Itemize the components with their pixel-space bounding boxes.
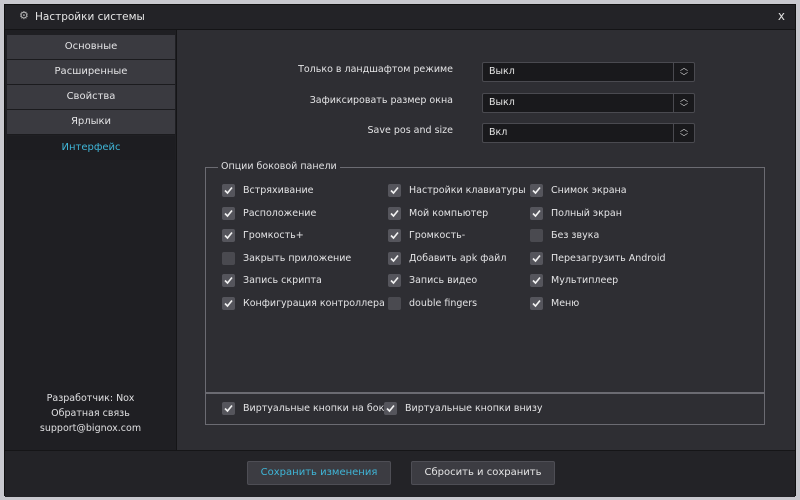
sidebar: Основные Расширенные Свойства Ярлыки Инт… (5, 30, 177, 450)
gear-icon: ⚙ (19, 9, 29, 22)
checkbox-unchecked-icon[interactable] (530, 229, 543, 242)
chevron-updown-icon: ︿ ﹀ (673, 124, 694, 142)
checkbox-label: Конфигурация контроллера (243, 297, 385, 309)
checkbox-checked-icon[interactable] (530, 274, 543, 287)
footer-bar: Сохранить изменения Сбросить и сохранить (5, 450, 795, 497)
save-button[interactable]: Сохранить изменения (247, 461, 391, 485)
title-bar: ⚙ Настройки системы x (5, 5, 795, 30)
sidebar-item-properties[interactable]: Свойства (7, 85, 175, 110)
checkbox-label: Добавить apk файл (409, 252, 507, 264)
checkbox-checked-icon[interactable] (222, 229, 235, 242)
setting-label-save-pos: Save pos and size (367, 125, 453, 136)
checkbox-label: Встряхивание (243, 185, 314, 196)
checkbox-label: Запись скрипта (243, 275, 322, 286)
checkbox-checked-icon[interactable] (384, 402, 397, 415)
checkbox-checked-icon[interactable] (388, 274, 401, 287)
sidebar-item-interface[interactable]: Интерфейс (7, 136, 175, 160)
checkbox-label: Полный экран (551, 207, 622, 219)
checkbox-label: Без звука (551, 230, 600, 241)
chevron-updown-icon: ︿ ﹀ (673, 94, 694, 112)
save-pos-select[interactable]: Вкл ︿ ﹀ (482, 123, 695, 143)
checkbox-checked-icon[interactable] (530, 184, 543, 197)
checkbox-checked-icon[interactable] (222, 402, 235, 415)
checkbox-checked-icon[interactable] (222, 274, 235, 287)
checkbox-label: Меню (551, 297, 580, 309)
checkbox-label: Виртуальные кнопки внизу (405, 403, 543, 414)
side-panel-options-group: Опции боковой панели Встряхивание Располо… (205, 161, 765, 393)
checkbox-unchecked-icon[interactable] (222, 251, 235, 265)
fix-size-select[interactable]: Выкл ︿ ﹀ (482, 93, 695, 113)
checkbox-label: Громкость+ (243, 230, 304, 241)
checkbox-checked-icon[interactable] (222, 206, 235, 220)
landscape-select-value: Выкл (489, 66, 515, 77)
setting-label-landscape: Только в ландшафтом режиме (298, 64, 453, 75)
checkbox-label: Запись видео (409, 275, 478, 286)
save-pos-select-value: Вкл (489, 127, 508, 138)
checkbox-label: Виртуальные кнопки на боку (243, 403, 390, 414)
setting-label-fix-size: Зафиксировать размер окна (309, 95, 453, 106)
checkbox-label: Мой компьютер (409, 207, 489, 219)
checkbox-checked-icon[interactable] (530, 206, 543, 220)
virtual-buttons-group: Виртуальные кнопки на боку Виртуальные кн… (205, 393, 765, 425)
settings-window: ⚙ Настройки системы x Основные Расширенн… (4, 4, 796, 497)
checkbox-label: Снимок экрана (551, 185, 627, 196)
sidebar-footer: Разработчик: Nox Обратная связь support@… (5, 391, 176, 436)
close-icon[interactable]: x (778, 9, 785, 23)
checkbox-label: double fingers (409, 297, 478, 309)
checkbox-label: Перезагрузить Android (551, 252, 666, 264)
checkbox-checked-icon[interactable] (530, 296, 543, 310)
checkbox-checked-icon[interactable] (222, 184, 235, 197)
checkbox-label: Мультиплеер (551, 275, 619, 286)
checkbox-checked-icon[interactable] (388, 206, 401, 220)
checkbox-checked-icon[interactable] (388, 229, 401, 242)
checkbox-checked-icon[interactable] (222, 296, 235, 310)
checkbox-label: Расположение (243, 207, 317, 219)
fix-size-select-value: Выкл (489, 97, 515, 108)
window-title: Настройки системы (35, 11, 145, 23)
main-panel: Только в ландшафтом режиме Выкл ︿ ﹀ Зафик… (177, 30, 795, 450)
chevron-updown-icon: ︿ ﹀ (673, 63, 694, 81)
sidebar-item-advanced[interactable]: Расширенные (7, 60, 175, 85)
feedback-link[interactable]: Обратная связь (5, 406, 176, 421)
checkbox-label: Настройки клавиатуры (409, 185, 526, 196)
reset-button[interactable]: Сбросить и сохранить (411, 461, 555, 485)
sidebar-item-basic[interactable]: Основные (7, 35, 175, 60)
support-email[interactable]: support@bignox.com (5, 421, 176, 436)
checkbox-unchecked-icon[interactable] (388, 296, 401, 310)
checkbox-label: Закрыть приложение (243, 252, 352, 264)
checkbox-checked-icon[interactable] (388, 251, 401, 265)
group-title: Опции боковой панели (218, 161, 340, 172)
checkbox-checked-icon[interactable] (530, 251, 543, 265)
landscape-select[interactable]: Выкл ︿ ﹀ (482, 62, 695, 82)
developer-text: Разработчик: Nox (46, 393, 135, 404)
checkbox-checked-icon[interactable] (388, 184, 401, 197)
sidebar-item-shortcuts[interactable]: Ярлыки (7, 110, 175, 135)
checkbox-label: Громкость- (409, 230, 466, 241)
